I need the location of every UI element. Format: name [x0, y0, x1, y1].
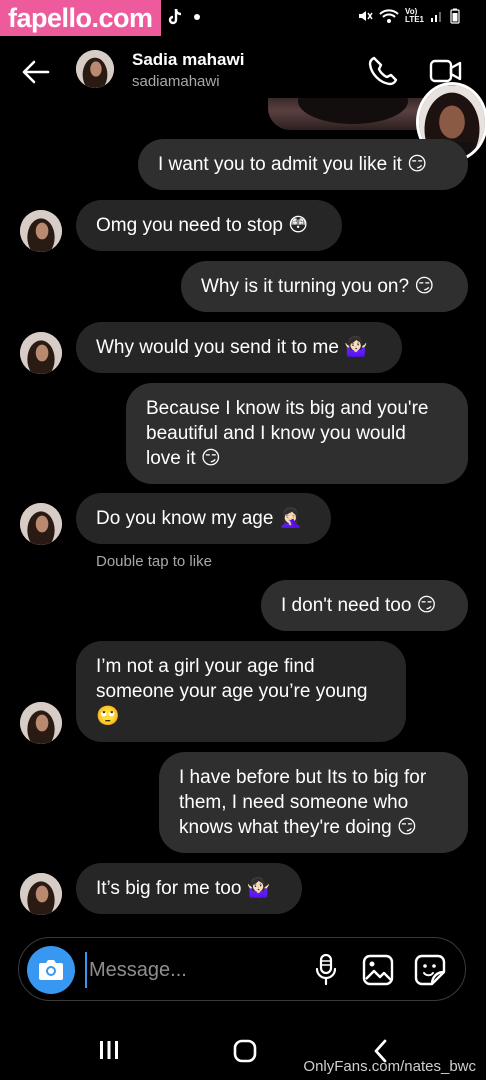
mute-icon [359, 11, 373, 21]
sticker-button[interactable] [413, 953, 447, 987]
message-sent[interactable]: I have before but Its to big for them, I… [159, 752, 468, 853]
contact-name[interactable]: Sadia mahawi [132, 50, 244, 70]
signal-icon [431, 12, 441, 22]
voice-message-button[interactable] [311, 952, 341, 988]
message-received[interactable]: Omg you need to stop 😳 [76, 200, 342, 251]
dot-icon [194, 14, 200, 20]
network-label: Vo) LTE1 [405, 7, 424, 24]
message-received[interactable]: Do you know my age 🤦🏻‍♀️ [76, 493, 331, 544]
profile-photo-icon [20, 332, 62, 374]
sender-avatar[interactable] [20, 503, 62, 545]
profile-photo-icon [20, 210, 62, 252]
shared-image-preview[interactable] [268, 98, 438, 130]
message-sent[interactable]: I don't need too 😏 [261, 580, 468, 631]
sticker-icon [414, 954, 446, 986]
status-bar-right: Vo) LTE1 [357, 8, 460, 24]
recent-apps-icon [100, 1041, 118, 1059]
message-received[interactable]: It’s big for me too 🤷🏻‍♀️ [76, 863, 302, 914]
sender-avatar[interactable] [20, 873, 62, 915]
arrow-left-icon [22, 60, 50, 84]
sender-avatar[interactable] [20, 332, 62, 374]
profile-photo-icon [76, 50, 114, 88]
message-input[interactable] [85, 952, 305, 988]
profile-photo-icon [20, 503, 62, 545]
microphone-icon [315, 953, 337, 986]
watermark-text: OnlyFans.com/nates_bwc [303, 1058, 476, 1075]
home-button[interactable] [232, 1038, 258, 1064]
gallery-icon [362, 954, 394, 986]
message-received[interactable]: Why would you send it to me 🤷🏻‍♀️ [76, 322, 402, 373]
camera-button[interactable] [27, 946, 75, 994]
double-tap-hint: Double tap to like [96, 553, 212, 570]
message-composer [18, 937, 466, 1001]
message-sent[interactable]: Why is it turning you on? 😏 [181, 261, 468, 312]
battery-icon [450, 8, 460, 24]
contact-username[interactable]: sadiamahawi [132, 73, 220, 90]
voice-call-button[interactable] [366, 54, 400, 88]
message-sent[interactable]: I want you to admit you like it 😏 [138, 139, 468, 190]
status-bar-left [168, 8, 200, 26]
back-button[interactable] [18, 54, 54, 90]
profile-photo-icon [20, 702, 62, 744]
phone-icon [368, 56, 398, 86]
sender-avatar[interactable] [20, 210, 62, 252]
gallery-button[interactable] [361, 953, 395, 987]
watermark-logo: fapello.com [0, 0, 161, 36]
sender-avatar[interactable] [20, 702, 62, 744]
chat-header: Sadia mahawi sadiamahawi [0, 44, 486, 100]
message-received[interactable]: I’m not a girl your age find someone you… [76, 641, 406, 742]
camera-icon [39, 960, 63, 980]
contact-avatar[interactable] [76, 50, 114, 88]
tiktok-icon [168, 8, 182, 25]
profile-photo-icon [20, 873, 62, 915]
recent-apps-button[interactable] [96, 1038, 122, 1062]
home-icon [233, 1039, 257, 1063]
wifi-icon [379, 9, 399, 23]
message-sent[interactable]: Because I know its big and you're beauti… [126, 383, 468, 484]
image-content [298, 98, 408, 124]
